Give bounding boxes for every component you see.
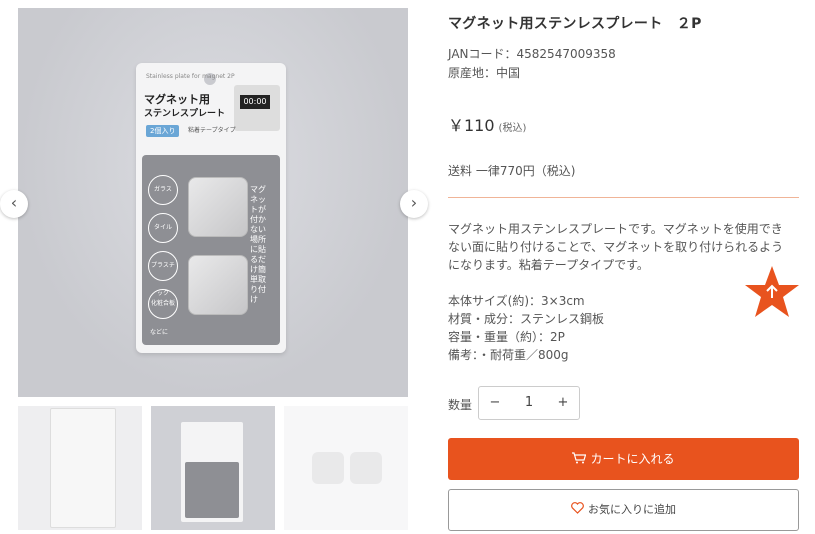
- package-photo: Stainless plate for magnet 2P 00:00 マグネッ…: [136, 63, 286, 353]
- vertical-caption: マグネットが付かない場所に貼るだけ簡単取り付け: [250, 185, 266, 304]
- price: ￥110 (税込): [448, 112, 526, 136]
- thumbnail-3[interactable]: [284, 406, 408, 530]
- price-tax: (税込): [498, 123, 527, 134]
- price-value: ￥110: [448, 116, 495, 135]
- timer-screen: 00:00: [240, 95, 270, 109]
- spec-size: 本体サイズ(約)：3×3cm: [448, 294, 585, 308]
- spec-capacity: 容量・重量（約）：2P: [448, 330, 565, 344]
- jan-code: JANコード：4582547009358: [448, 47, 616, 61]
- add-to-cart-button[interactable]: カートに入れる: [448, 438, 799, 480]
- plate-square-1: [188, 177, 248, 237]
- thumbnail-strip: [18, 406, 408, 530]
- chevron-left-icon: ‹: [10, 193, 18, 212]
- cart-icon: [572, 452, 587, 464]
- add-to-favorites-label: お気に入りに追加: [588, 503, 676, 516]
- package-lower-panel: ガラス タイル プラスチック 化粧合板 などに マグネットが付かない場所に貼るだ…: [142, 155, 280, 345]
- add-to-favorites-button[interactable]: お気に入りに追加: [448, 489, 799, 531]
- surface-etc: などに: [150, 329, 169, 336]
- quantity-input[interactable]: 1: [513, 387, 545, 419]
- thumbnail-2[interactable]: [151, 406, 275, 530]
- heart-icon: [571, 502, 584, 514]
- spec-material: 材質・成分：ステンレス鋼板: [448, 312, 605, 326]
- star-icon[interactable]: [743, 264, 801, 320]
- chevron-right-icon: ›: [410, 193, 418, 212]
- thumb-plate-1: [312, 452, 344, 484]
- surface-plastic: プラスチック: [148, 251, 178, 297]
- shipping-info: 送料 一律770円（税込): [448, 164, 576, 178]
- package-title-line2: ステンレスプレート: [144, 109, 226, 119]
- main-product-image: Stainless plate for magnet 2P 00:00 マグネッ…: [18, 8, 408, 397]
- count-badge: 2個入り: [146, 125, 180, 137]
- quantity-stepper: − 1 +: [478, 386, 580, 420]
- add-to-cart-label: カートに入れる: [590, 452, 675, 466]
- surface-glass: ガラス: [148, 175, 178, 205]
- package-title-line1: マグネット用: [144, 93, 210, 106]
- thumb-plate-2: [350, 452, 382, 484]
- surface-tile: タイル: [148, 213, 178, 243]
- thumb-card-lower: [185, 462, 239, 518]
- origin: 原産地：中国: [448, 66, 521, 80]
- product-description: マグネット用ステンレスプレートです。マグネットを使用できない面に貼り付けることで…: [448, 222, 784, 272]
- product-title: マグネット用ステンレスプレート ２P: [448, 16, 702, 32]
- thumb-card: [50, 408, 116, 528]
- gallery-next-button[interactable]: ›: [400, 190, 428, 218]
- package-english-text: Stainless plate for magnet 2P: [146, 73, 235, 80]
- spec-note: 備考：・耐荷重／800g: [448, 348, 569, 362]
- surface-plywood: 化粧合板: [148, 289, 178, 319]
- package-title: マグネット用 ステンレスプレート: [144, 93, 225, 121]
- gallery-prev-button[interactable]: ‹: [0, 190, 28, 218]
- quantity-label: 数量: [448, 398, 473, 412]
- thumbnail-1[interactable]: [18, 406, 142, 530]
- quantity-increase-button[interactable]: +: [547, 387, 579, 419]
- divider: [448, 197, 799, 198]
- quantity-decrease-button[interactable]: −: [479, 387, 511, 419]
- timer-illustration: 00:00: [234, 85, 280, 131]
- tape-type-label: 粘着テープタイプ: [188, 127, 236, 134]
- plate-square-2: [188, 255, 248, 315]
